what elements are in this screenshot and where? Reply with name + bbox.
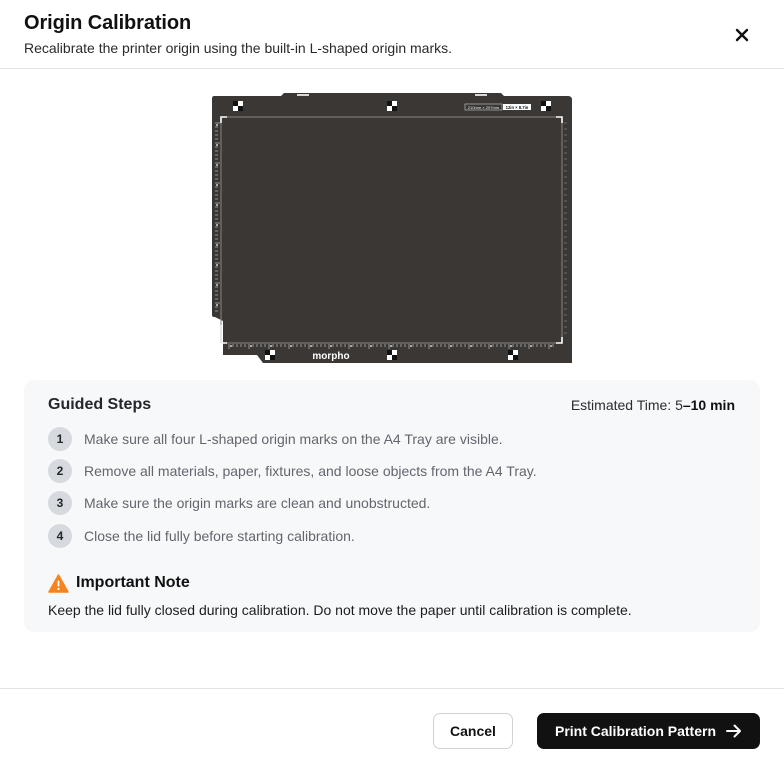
ruler-dot	[330, 345, 332, 347]
important-note-header: Important Note	[48, 572, 190, 594]
tray-size-label-mm: 210mm × 297mm	[468, 105, 500, 110]
step-number: 1	[48, 427, 72, 451]
print-button-label: Print Calibration Pattern	[554, 723, 717, 739]
dialog-footer: Cancel Print Calibration Pattern	[0, 688, 784, 772]
important-note-text: Keep the lid fully closed during calibra…	[48, 602, 632, 618]
ruler-dot	[270, 345, 272, 347]
step-2: 2 Remove all materials, paper, fixtures,…	[48, 459, 537, 483]
cancel-button[interactable]: Cancel	[433, 713, 513, 749]
ruler-dot	[550, 345, 552, 347]
print-calibration-pattern-button[interactable]: Print Calibration Pattern	[537, 713, 760, 749]
ruler-dot	[290, 345, 292, 347]
ruler-dot	[450, 345, 452, 347]
step-number: 2	[48, 459, 72, 483]
ruler-dot	[230, 345, 232, 347]
fiducial-top-right	[541, 101, 551, 111]
ruler-dot	[216, 204, 218, 206]
estimated-time-value: –10 min	[682, 397, 735, 413]
fiducial-top-center	[387, 101, 397, 111]
ruler-dot	[370, 345, 372, 347]
arrow-right-icon	[726, 724, 742, 738]
ruler-dot	[250, 345, 252, 347]
step-text: Close the lid fully before starting cali…	[84, 528, 355, 544]
ruler-dot	[490, 345, 492, 347]
step-1: 1 Make sure all four L-shaped origin mar…	[48, 427, 503, 451]
step-number: 4	[48, 524, 72, 548]
ruler-dot	[216, 264, 218, 266]
tray-brand-logo: morpho	[312, 351, 349, 362]
guided-steps-panel: Guided Steps Estimated Time: 5–10 min 1 …	[24, 380, 760, 632]
ruler-dot	[350, 345, 352, 347]
ruler-dot	[216, 304, 218, 306]
ruler-dot	[510, 345, 512, 347]
step-number: 3	[48, 491, 72, 515]
ruler-dot	[530, 345, 532, 347]
estimated-time-label: Estimated Time: 5	[570, 397, 683, 413]
tray-graphic: 210mm × 297mm 12in × 8.7in morpho	[212, 93, 572, 363]
warning-icon	[48, 573, 69, 593]
ruler-dot	[310, 345, 312, 347]
ruler-dot	[216, 144, 218, 146]
fiducial-bottom-center	[387, 350, 397, 360]
estimated-time: Estimated Time: 5–10 min	[571, 397, 735, 413]
ruler-dot	[216, 244, 218, 246]
ruler-dot	[470, 345, 472, 347]
step-4: 4 Close the lid fully before starting ca…	[48, 524, 355, 548]
close-icon	[735, 28, 749, 42]
ruler-dot	[216, 284, 218, 286]
ruler-dot	[216, 124, 218, 126]
step-text: Make sure all four L-shaped origin marks…	[84, 431, 503, 447]
step-3: 3 Make sure the origin marks are clean a…	[48, 491, 430, 515]
ruler-dot	[410, 345, 412, 347]
close-button[interactable]	[730, 23, 754, 47]
step-text: Remove all materials, paper, fixtures, a…	[84, 463, 537, 479]
fiducial-top-left	[233, 101, 243, 111]
dialog-title: Origin Calibration	[24, 12, 192, 34]
dialog-header: Origin Calibration Recalibrate the print…	[0, 0, 784, 69]
ruler-dot	[216, 184, 218, 186]
ruler-dot	[390, 345, 392, 347]
tray-body	[212, 93, 572, 363]
ruler-dot	[216, 164, 218, 166]
ruler-dot	[216, 224, 218, 226]
step-text: Make sure the origin marks are clean and…	[84, 495, 431, 511]
important-note-title: Important Note	[76, 574, 190, 591]
tray-size-label-in: 12in × 8.7in	[506, 105, 529, 110]
fiducial-bottom-right	[508, 350, 518, 360]
fiducial-bottom-left	[265, 350, 275, 360]
ruler-dot	[430, 345, 432, 347]
dialog-subtitle: Recalibrate the printer origin using the…	[24, 40, 452, 56]
a4-tray-illustration: 210mm × 297mm 12in × 8.7in morpho	[211, 93, 573, 365]
guided-steps-title: Guided Steps	[48, 396, 152, 413]
